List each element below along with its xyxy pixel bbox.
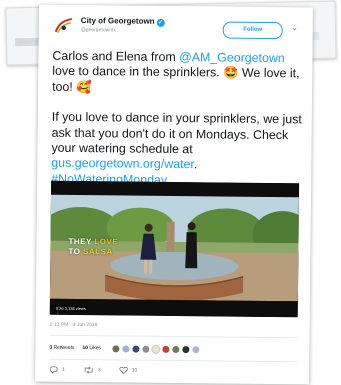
- retweets-count[interactable]: 3 Retweets: [49, 345, 74, 351]
- reply-count: 1: [62, 366, 65, 373]
- tweet-paragraph-1: Carlos and Elena from @AM_Georgetown lov…: [52, 49, 304, 98]
- tweet-text-segment: .: [193, 157, 198, 172]
- avatar[interactable]: [190, 344, 201, 354]
- video-player[interactable]: THEY LOVE TO SALSA 0:26 3,136 views: [49, 180, 300, 318]
- like-count: 10: [131, 367, 138, 374]
- display-name-text: City of Georgetown: [80, 16, 155, 26]
- likes-number: 10: [82, 345, 88, 352]
- avatar[interactable]: [140, 344, 151, 354]
- avatar[interactable]: [180, 344, 191, 354]
- tweet-text-segment: Carlos and Elena from: [52, 48, 180, 65]
- verified-icon: ✓: [156, 18, 165, 27]
- display-name[interactable]: City of Georgetown ✓: [81, 16, 165, 27]
- engagement-stats: 3 Retweets 10 Likes: [49, 341, 297, 358]
- retweets-label: Retweets: [53, 344, 75, 351]
- avatar[interactable]: [150, 344, 161, 354]
- avatar[interactable]: [110, 343, 121, 353]
- video-caption-text: THEY: [68, 236, 95, 247]
- follow-button[interactable]: Follow: [222, 21, 283, 40]
- tweet-paragraph-2: If you love to dance in your sprinklers,…: [51, 110, 304, 190]
- video-caption-text: LOVE: [94, 237, 119, 247]
- tweet-card: City of Georgetown ✓ @georgetowntx Follow…: [35, 4, 313, 385]
- likes-label: Likes: [89, 345, 102, 352]
- city-logo-icon[interactable]: [53, 15, 75, 37]
- like-button[interactable]: 10: [118, 366, 138, 375]
- watering-link[interactable]: gus.georgetown.org/water: [51, 156, 194, 171]
- avatar[interactable]: [160, 344, 171, 354]
- video-caption-text: TO: [68, 246, 84, 257]
- likes-count[interactable]: 10 Likes: [82, 345, 101, 351]
- retweet-icon: [84, 366, 93, 374]
- divider: [49, 358, 298, 363]
- reply-icon: [49, 366, 58, 374]
- handle[interactable]: @georgetowntx: [81, 27, 116, 33]
- tweet-timestamp[interactable]: 2:13 PM - 4 Jun 2019: [50, 322, 98, 329]
- chevron-down-icon[interactable]: ⌄: [291, 22, 299, 33]
- like-icon: [118, 366, 128, 375]
- mention-link[interactable]: @AM_Georgetown: [179, 50, 285, 65]
- tweet-text-segment: If you love to dance in your sprinklers,…: [51, 109, 302, 157]
- avatar[interactable]: [130, 344, 141, 354]
- avatar[interactable]: [170, 344, 181, 354]
- avatar[interactable]: [120, 343, 131, 354]
- retweet-count: 3: [97, 367, 101, 374]
- liker-avatars: [110, 343, 201, 354]
- reply-button[interactable]: 1: [49, 366, 65, 374]
- tweet-actions: 1 3 10: [49, 363, 209, 379]
- tweet-header: City of Georgetown ✓ @georgetowntx Follow…: [39, 5, 313, 48]
- video-stats: 0:26 3,136 views: [53, 304, 88, 313]
- retweets-number: 3: [49, 344, 53, 351]
- video-caption-overlay: THEY LOVE TO SALSA: [68, 237, 118, 258]
- retweet-button[interactable]: 3: [83, 366, 101, 374]
- divider: [49, 334, 298, 339]
- tweet-text-segment: love to dance in the sprinklers. 🤩 We lo…: [52, 64, 300, 94]
- video-caption-text: SALSA: [83, 247, 113, 257]
